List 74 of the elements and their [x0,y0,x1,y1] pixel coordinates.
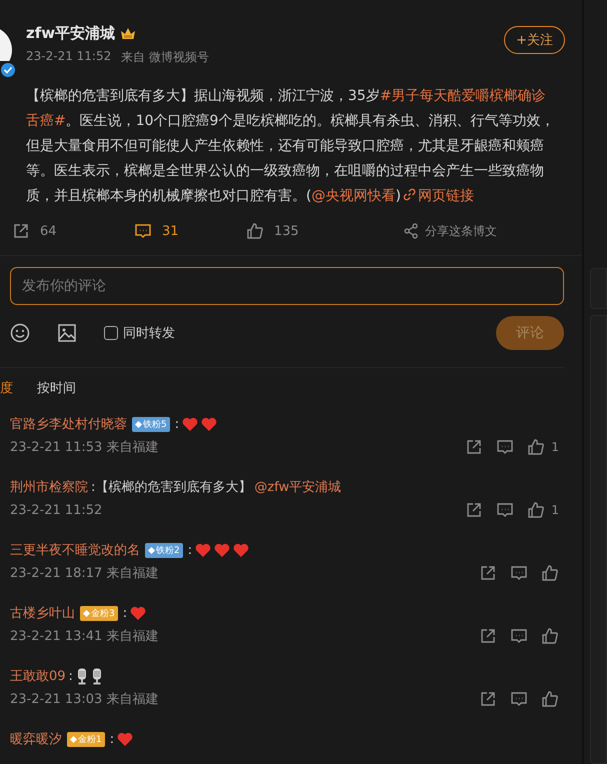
commenter-name[interactable]: 暖弈暖汐 [10,730,62,748]
share-icon [403,223,419,239]
forward-button[interactable]: 64 [12,222,57,240]
badge-text: 金粉3 [91,608,115,620]
microphone-icon [90,668,103,684]
comment-icon [134,222,152,240]
comment-input[interactable]: 发布你的评论 [10,267,564,305]
thumbs-up-icon [246,222,264,240]
link-icon [402,188,416,201]
sort-tab[interactable]: 按时间 [37,379,76,397]
comment-text: : [122,606,128,620]
comment-text: : [174,416,180,432]
post-text: 【槟榔的危害到底有多大】据山海视频，浙江宁波，35岁#男子每天酷爱嚼槟榔确诊舌癌#。医生说，10个口腔癌9个是吃槟榔吃的。槟榔具有杀虫、消积、行气等功效，但是大量食用不但可能使人产生依赖性，还有可能导致口腔癌，尤其是牙龈癌和颊癌等。医生表示，槟榔是全世界公认的一级致癌物，在咀嚼的过程中会产生一些致癌物质，并且槟榔本身的机械摩擦也对口腔有害。(@央视网快看) 网页链接 [26,87,556,206]
comment-button[interactable]: 31 [134,222,179,240]
comment-text: : [110,732,114,746]
comment-icon[interactable] [510,690,528,708]
like-count: 1 [551,503,559,517]
heart-icon [182,416,198,432]
repost-label[interactable]: 同时转发 [123,324,175,342]
repost-checkbox[interactable] [104,326,118,340]
comment-icon[interactable] [496,438,514,456]
author-name[interactable]: zfw平安浦城 [26,24,116,43]
commenter-name[interactable]: 官路乡李处村付晓蓉 [10,415,127,433]
comment-text: : [68,668,73,684]
heart-icon [233,542,250,558]
comment-icon[interactable] [496,501,514,519]
comment-meta: 23-2-21 18:17 来自福建 [10,565,158,582]
heart-icon [195,542,212,558]
diamond-icon [135,420,142,428]
comment-meta: 23-2-21 13:03 来自福建 [10,691,158,708]
badge-text: 铁粉2 [156,544,180,556]
forward-icon[interactable] [479,627,497,645]
comment-meta: 23-2-21 13:41 来自福建 [10,628,158,645]
thumbs-up-icon[interactable] [541,627,559,645]
badge-text: 铁粉5 [143,418,167,430]
commenter-name[interactable]: 王敢敢09 [10,667,66,685]
post-source: 来自 微博视频号 [121,49,210,66]
image-icon[interactable] [57,323,77,343]
comment-text: : [188,542,192,558]
share-button[interactable]: 分享这条博文 [403,222,497,240]
diamond-icon [148,546,155,554]
comment-meta: 23-2-21 11:52 [10,502,102,518]
like-count: 1 [551,440,559,454]
badge-text: 金粉1 [78,734,102,746]
thumbs-up-icon[interactable] [527,501,546,519]
heart-icon [214,542,230,558]
post-time[interactable]: 23-2-21 11:52 [26,49,112,66]
forward-icon [12,222,30,240]
commenter-name[interactable]: 三更半夜不睡觉改的名 [10,541,140,559]
comment-icon[interactable] [510,627,528,645]
mention-link[interactable]: @zfw平安浦城 [254,478,342,496]
heart-icon [130,606,146,620]
thumbs-up-icon[interactable] [541,564,559,582]
commenter-name[interactable]: 荆州市检察院 [10,478,88,496]
microphone-icon [76,668,88,684]
forward-icon[interactable] [479,564,497,582]
follow-button[interactable]: +关注 [504,26,565,54]
forward-icon[interactable] [465,438,484,456]
thumbs-up-icon[interactable] [527,438,546,456]
comment-text: :【槟榔的危害到底有多大】 [91,479,252,496]
heart-icon [117,732,134,746]
forward-icon[interactable] [465,501,484,519]
heart-icon [201,416,218,432]
forward-icon[interactable] [479,690,497,708]
commenter-name[interactable]: 古楼乡叶山 [10,604,75,622]
thumbs-up-icon[interactable] [541,690,559,708]
comment-meta: 23-2-21 11:53 来自福建 [10,439,158,456]
crown-icon [120,26,136,40]
like-button[interactable]: 135 [246,222,299,240]
comment-icon[interactable] [510,564,528,582]
sort-tab[interactable]: 度 [0,379,13,397]
diamond-icon [83,610,90,616]
diamond-icon [70,736,77,742]
emoji-icon[interactable] [10,323,30,343]
